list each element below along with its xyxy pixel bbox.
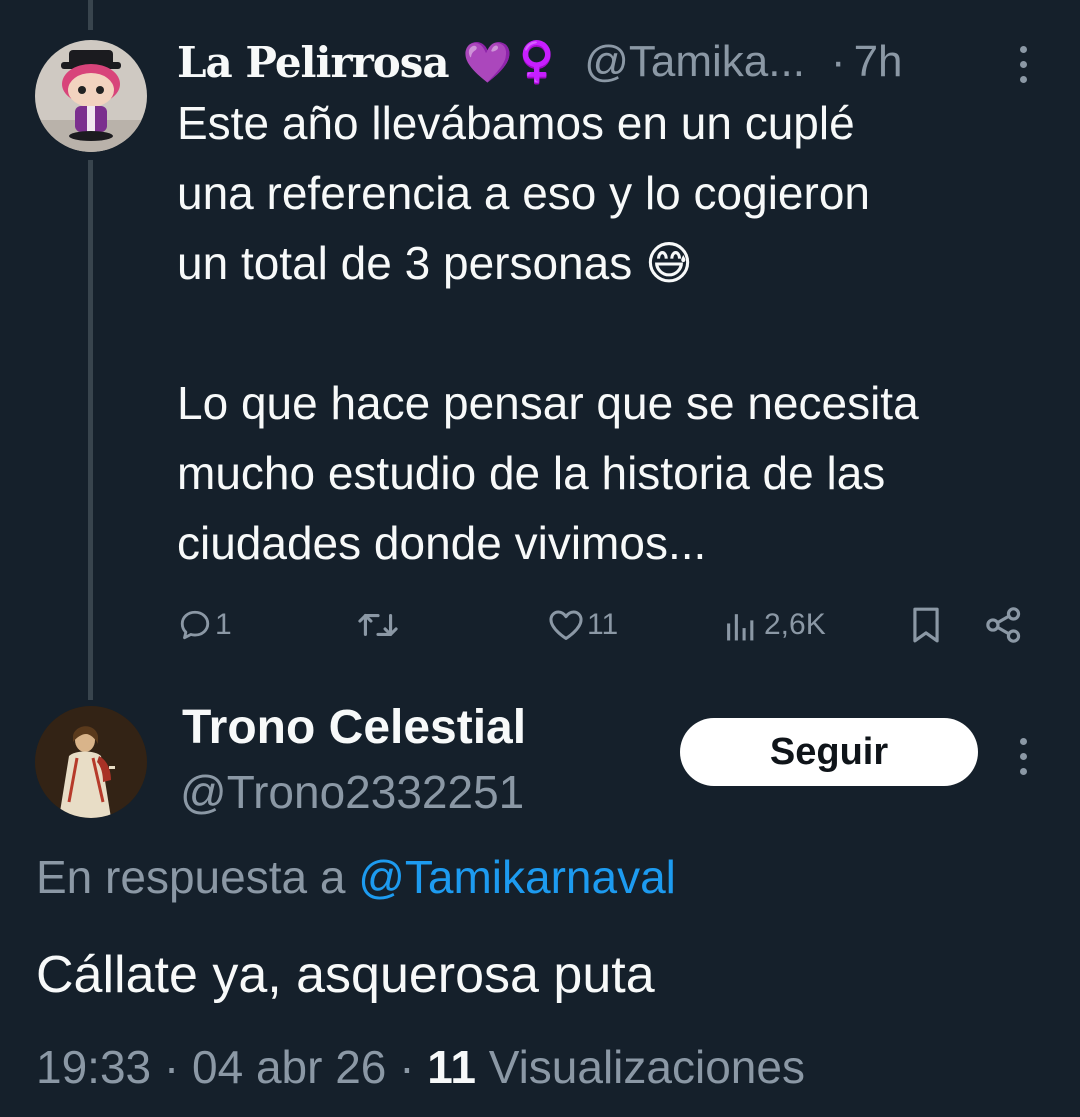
reply-icon [180,610,210,640]
share-button[interactable] [985,600,1023,650]
reply-count: 1 [215,608,232,641]
tweet-meta: 19:33 · 04 abr 26 · 11 Visualizaciones [36,1040,805,1094]
retweet-icon [358,614,398,636]
views-count: 2,6K [764,608,826,641]
parent-more-icon[interactable] [1013,46,1033,83]
in-reply-mention-link[interactable]: @Tamikarnaval [358,851,676,903]
tweet-line: un total de 3 personas 😅 [177,237,693,289]
tweet-time[interactable]: 19:33 [36,1041,151,1093]
views-label[interactable]: Visualizaciones [489,1041,805,1093]
bookmark-icon [913,607,939,643]
reply-tweet-text: Cállate ya, asquerosa puta [36,946,655,1004]
in-reply-prefix: En respuesta a [36,851,346,903]
parent-time[interactable]: 7h [854,37,903,87]
parent-tweet-text: Este año llevábamos en un cuplé una refe… [177,88,1057,578]
reply-more-icon[interactable] [1013,738,1033,775]
name-emojis: 💜♀️ [462,40,563,85]
views-chart-icon [727,614,754,641]
tweet-line: mucho estudio de la historia de las [177,447,886,499]
time-separator: · [830,37,846,86]
parent-handle[interactable]: @Tamika... [584,37,805,87]
follow-button[interactable]: Seguir [680,718,978,786]
thread-line-top [88,0,93,30]
meta-separator: · [163,1041,180,1093]
like-button[interactable]: 11 [547,600,618,650]
reply-button[interactable]: 1 [177,600,232,650]
parent-avatar[interactable] [35,40,147,152]
in-reply-to: En respuesta a @Tamikarnaval [36,850,676,904]
views-button[interactable]: 2,6K [724,600,826,650]
reply-handle[interactable]: @Trono2332251 [180,765,524,819]
tweet-line: ciudades donde vivimos... [177,517,707,569]
meta-separator: · [399,1041,415,1093]
tweet-line: Este año llevábamos en un cuplé [177,97,855,149]
reply-avatar[interactable] [35,706,147,818]
retweet-button[interactable] [356,600,400,650]
share-icon [986,607,1021,643]
painting-avatar-image [35,706,147,818]
tweet-line: Lo que hace pensar que se necesita [177,377,919,429]
tweet-line: una referencia a eso y lo cogieron [177,167,870,219]
reply-display-name[interactable]: Trono Celestial [182,700,526,755]
views-total: 11 [427,1041,476,1093]
parent-display-name[interactable]: La Pelirrosa [177,38,450,87]
tweet-date[interactable]: 04 abr 26 [192,1041,386,1093]
parent-tweet-header: La Pelirrosa 💜♀️ @Tamika... · 7h [177,36,903,88]
funko-avatar-image [35,40,147,152]
bookmark-button[interactable] [910,600,942,650]
heart-icon [549,610,583,640]
thread-line [88,160,93,700]
like-count: 11 [587,608,619,641]
